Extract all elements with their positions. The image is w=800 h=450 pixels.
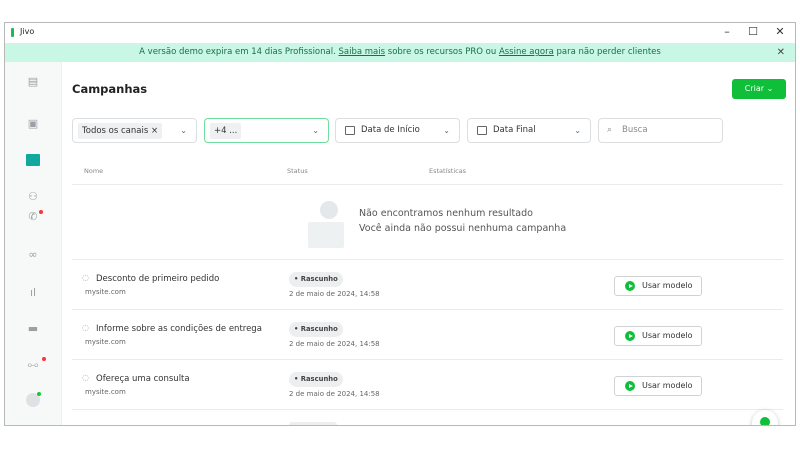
divider bbox=[72, 359, 783, 360]
banner-text: para não perder clientes bbox=[553, 47, 661, 57]
close-window-button[interactable]: ✕ bbox=[770, 25, 790, 38]
notification-dot bbox=[42, 357, 46, 361]
chip-label: Todos os canais bbox=[82, 126, 149, 136]
template-site: mysite.com bbox=[85, 288, 126, 296]
start-date-picker[interactable]: Data de Início ⌄ bbox=[335, 118, 460, 143]
page-title: Campanhas bbox=[72, 82, 148, 96]
search-input[interactable]: ⌕ Busca bbox=[598, 118, 723, 143]
column-header-name: Nome bbox=[84, 167, 104, 175]
subscribe-link[interactable]: Assine agora bbox=[499, 47, 554, 57]
divider bbox=[72, 409, 783, 410]
button-label: Usar modelo bbox=[642, 331, 693, 340]
use-template-button[interactable]: Usar modelo bbox=[614, 326, 702, 346]
template-name: Desconto de primeiro pedido bbox=[96, 274, 220, 284]
contacts-icon[interactable]: ▣ bbox=[26, 118, 40, 130]
template-date: 2 de maio de 2024, 14:58 bbox=[289, 390, 380, 398]
learn-more-link[interactable]: Saiba mais bbox=[339, 47, 386, 57]
jivo-widget-button[interactable] bbox=[752, 410, 778, 425]
end-date-label: Data Final bbox=[493, 125, 536, 135]
status-badge-partial bbox=[289, 422, 337, 425]
banner-text: sobre os recursos PRO ou bbox=[385, 47, 499, 57]
chevron-down-icon: ⌄ bbox=[180, 126, 187, 135]
billing-icon[interactable]: ▬ bbox=[26, 323, 40, 335]
template-name: Informe sobre as condições de entrega bbox=[96, 324, 262, 334]
calls-icon[interactable]: ✆ bbox=[26, 211, 40, 223]
template-name: Ofereça uma consulta bbox=[96, 374, 190, 384]
search-placeholder: Busca bbox=[622, 125, 648, 135]
play-icon bbox=[625, 331, 635, 341]
button-label: Usar modelo bbox=[642, 281, 693, 290]
chat-bubble-icon: ◌ bbox=[82, 323, 89, 332]
online-dot bbox=[37, 392, 41, 396]
chats-icon[interactable]: ▤ bbox=[26, 76, 40, 88]
app-window: Jivo – ☐ ✕ A versão demo expira em 14 di… bbox=[4, 22, 796, 426]
status-badge: • Rascunho bbox=[289, 372, 343, 387]
demo-banner: A versão demo expira em 14 dias Profissi… bbox=[5, 43, 795, 62]
window-title: Jivo bbox=[20, 27, 35, 36]
play-icon bbox=[625, 281, 635, 291]
reports-icon[interactable]: ıl bbox=[26, 287, 40, 299]
chevron-down-icon: ⌄ bbox=[574, 126, 581, 135]
status-badge: • Rascunho bbox=[289, 322, 343, 337]
column-header-stats: Estatísticas bbox=[429, 167, 467, 175]
create-label: Criar bbox=[744, 84, 765, 93]
play-icon bbox=[625, 381, 635, 391]
use-template-button[interactable]: Usar modelo bbox=[614, 376, 702, 396]
more-chip: +4 ... bbox=[210, 123, 242, 139]
magnifier-icon bbox=[320, 201, 338, 219]
start-date-label: Data de Início bbox=[361, 125, 420, 135]
chevron-down-icon: ⌄ bbox=[766, 84, 774, 93]
title-bar: Jivo – ☐ ✕ bbox=[5, 23, 795, 43]
remove-chip-icon[interactable]: × bbox=[151, 126, 158, 136]
button-label: Usar modelo bbox=[642, 381, 693, 390]
end-date-picker[interactable]: Data Final ⌄ bbox=[467, 118, 591, 143]
divider bbox=[72, 259, 783, 260]
calendar-icon bbox=[477, 126, 487, 135]
chat-bubble-icon: ◌ bbox=[82, 373, 89, 382]
team-icon[interactable]: ⚇ bbox=[26, 191, 40, 203]
channel-chip: Todos os canais × bbox=[78, 123, 163, 139]
search-icon: ⌕ bbox=[607, 125, 613, 135]
column-header-status: Status bbox=[287, 167, 308, 175]
template-site: mysite.com bbox=[85, 338, 126, 346]
use-template-button[interactable]: Usar modelo bbox=[614, 276, 702, 296]
empty-title: Não encontramos nenhum resultado bbox=[359, 208, 533, 219]
notification-dot bbox=[39, 210, 43, 214]
empty-state-illustration bbox=[308, 222, 344, 248]
chevron-down-icon: ⌄ bbox=[443, 126, 450, 135]
chevron-down-icon: ⌄ bbox=[312, 126, 319, 135]
create-button[interactable]: Criar ⌄ bbox=[732, 79, 786, 99]
template-date: 2 de maio de 2024, 14:58 bbox=[289, 340, 380, 348]
monitoring-icon[interactable]: ∞ bbox=[26, 249, 40, 261]
calendar-icon bbox=[345, 126, 355, 135]
main-content: Campanhas Criar ⌄ Todos os canais × ⌄ +4… bbox=[63, 62, 795, 425]
close-banner-button[interactable]: ✕ bbox=[777, 43, 785, 62]
divider bbox=[72, 184, 783, 185]
empty-subtitle: Você ainda não possui nenhuma campanha bbox=[359, 223, 567, 234]
channels-select[interactable]: Todos os canais × ⌄ bbox=[72, 118, 197, 143]
chat-bubble-icon: ◌ bbox=[82, 273, 89, 282]
template-site: mysite.com bbox=[85, 388, 126, 396]
minimize-button[interactable]: – bbox=[717, 25, 737, 38]
divider bbox=[72, 309, 783, 310]
campaigns-icon[interactable] bbox=[26, 154, 40, 166]
sidebar: ▤ ▣ ⚇ ✆ ∞ ıl ▬ ⧟ bbox=[5, 62, 62, 425]
type-select[interactable]: +4 ... ⌄ bbox=[204, 118, 329, 143]
settings-icon[interactable]: ⧟ bbox=[26, 359, 40, 371]
status-badge: • Rascunho bbox=[289, 272, 343, 287]
template-date: 2 de maio de 2024, 14:58 bbox=[289, 290, 380, 298]
jivo-logo-icon bbox=[11, 28, 14, 37]
banner-text: A versão demo expira em 14 dias Profissi… bbox=[139, 47, 339, 57]
maximize-button[interactable]: ☐ bbox=[743, 25, 763, 38]
